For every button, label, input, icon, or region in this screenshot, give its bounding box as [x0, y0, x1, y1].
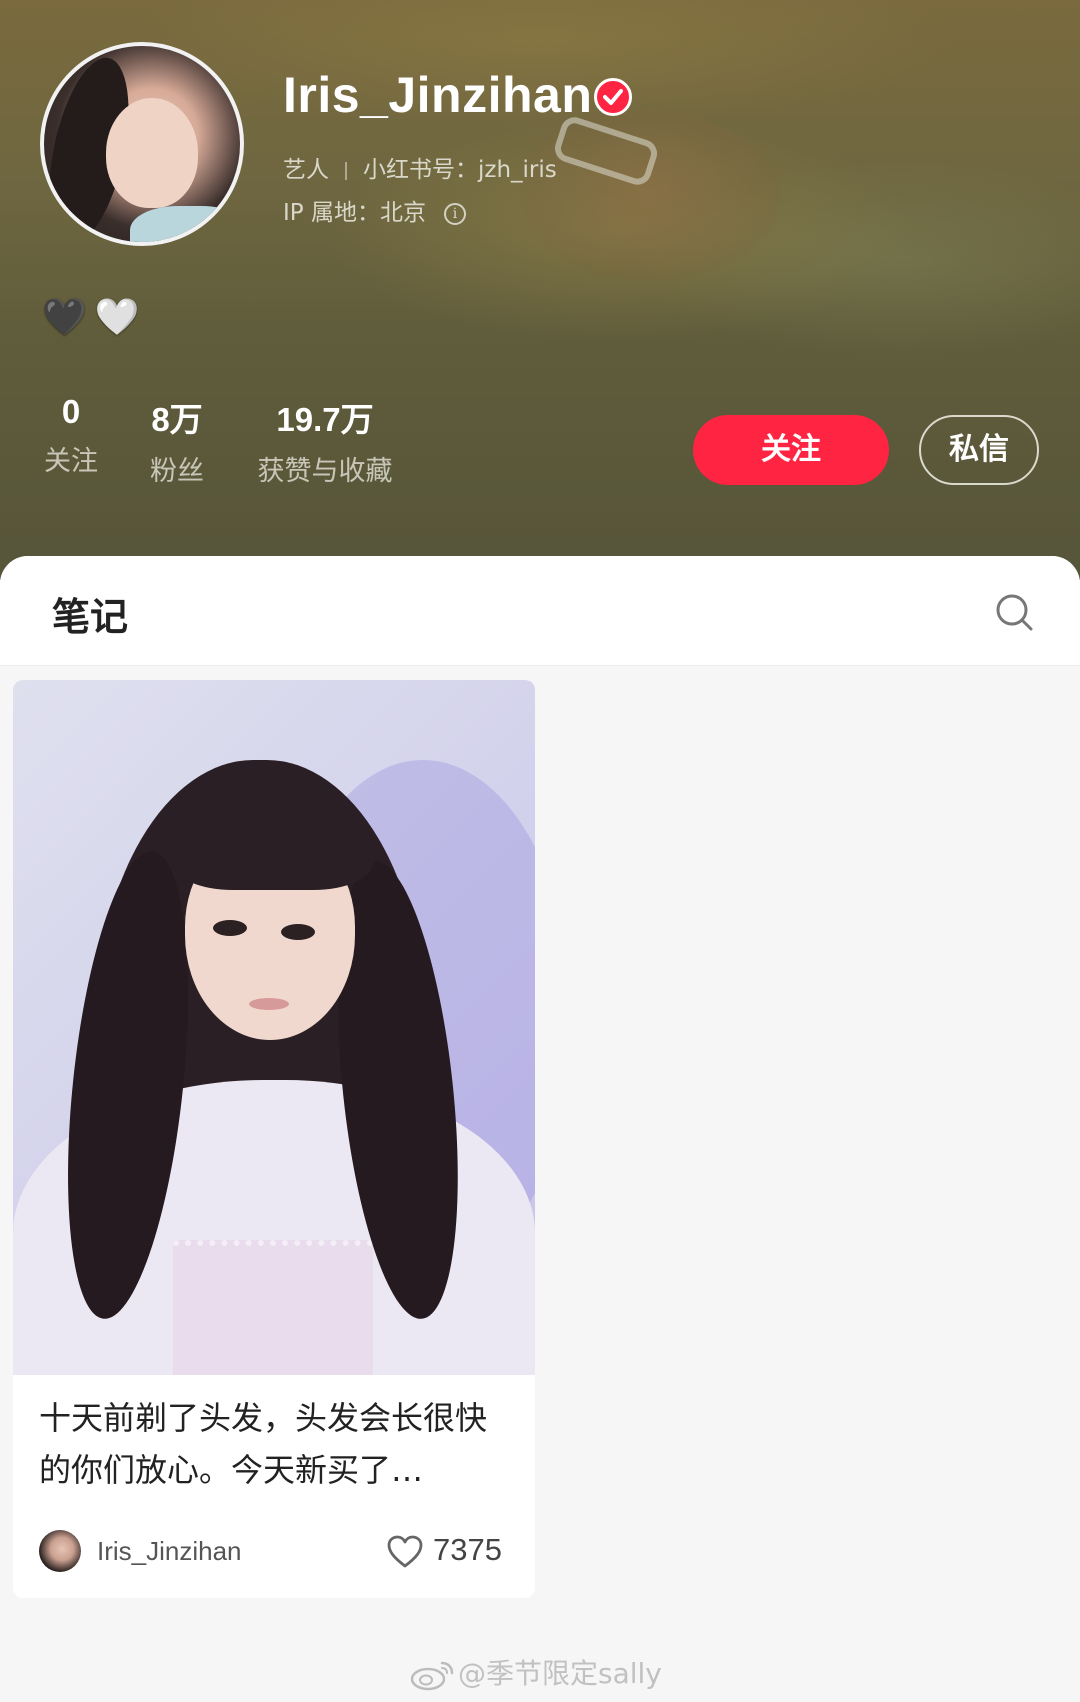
note-title: 十天前剃了头发，头发会长很快的你们放心。今天新买了…	[39, 1399, 488, 1489]
note-like-count: 7375	[433, 1532, 502, 1567]
note-author-name[interactable]: Iris_Jinzihan	[97, 1536, 242, 1567]
cover-camisole	[173, 1240, 373, 1375]
ip-location-row: IP 属地：北京 i	[283, 193, 466, 227]
red-id[interactable]: jzh_iris	[478, 157, 557, 183]
black-heart-emoji: 🖤	[42, 297, 87, 338]
search-icon[interactable]	[994, 592, 1034, 632]
avatar-face	[106, 98, 198, 208]
cover-eye-right	[281, 924, 315, 940]
stat-followers-value: 8万	[151, 401, 203, 438]
weibo-icon	[410, 1659, 454, 1691]
white-heart-emoji: 🤍	[94, 297, 140, 338]
watermark-text: @季节限定sally	[458, 1657, 662, 1690]
heart-outline-icon[interactable]	[387, 1535, 423, 1569]
info-icon[interactable]: i	[443, 202, 466, 225]
profile-role: 艺人	[283, 157, 329, 183]
profile-header: Iris_Jinzihan 艺人 小红书号：jzh_iris IP 属地：北京 i …	[0, 0, 1080, 580]
ip-location: 北京	[379, 200, 426, 226]
profile-bio: 🖤 🤍	[42, 296, 140, 338]
ip-label: IP 属地：	[283, 200, 380, 226]
note-cover-image[interactable]	[13, 680, 535, 1375]
message-button[interactable]: 私信	[919, 415, 1039, 485]
note-author-avatar[interactable]	[39, 1530, 81, 1572]
notes-tab-bar: 笔记	[0, 556, 1080, 666]
profile-avatar[interactable]	[40, 42, 244, 246]
stat-likes-collects-label: 获赞与收藏	[257, 456, 393, 487]
profile-meta: 艺人 小红书号：jzh_iris	[283, 150, 557, 184]
notes-panel: 笔记 十天前剃了头发，头发会长很快的你们放心。今天新买了… Iris_Jinzi…	[0, 556, 1080, 1702]
profile-username: Iris_Jinzihan	[283, 67, 593, 123]
cover-lips	[249, 998, 289, 1010]
stat-following-value: 0	[61, 393, 81, 430]
red-id-label: 小红书号：	[363, 157, 478, 183]
stat-likes-collects-value: 19.7万	[276, 401, 374, 438]
cover-bangs	[173, 800, 373, 890]
tab-notes[interactable]: 笔记	[52, 586, 128, 641]
cover-eye-left	[213, 920, 247, 936]
stat-followers[interactable]: 8万 粉丝	[144, 393, 210, 488]
follow-button[interactable]: 关注	[693, 415, 889, 485]
stat-following-label: 关注	[44, 446, 98, 477]
avatar-shirt	[130, 206, 240, 242]
stat-likes-collects[interactable]: 19.7万 获赞与收藏	[248, 393, 402, 488]
stat-followers-label: 粉丝	[150, 456, 204, 487]
stat-following[interactable]: 0 关注	[40, 393, 102, 478]
weibo-watermark: @季节限定sally	[410, 1652, 662, 1692]
verified-check-icon	[594, 78, 632, 116]
meta-divider	[345, 161, 347, 180]
note-card[interactable]: 十天前剃了头发，头发会长很快的你们放心。今天新买了… Iris_Jinzihan…	[13, 680, 535, 1598]
